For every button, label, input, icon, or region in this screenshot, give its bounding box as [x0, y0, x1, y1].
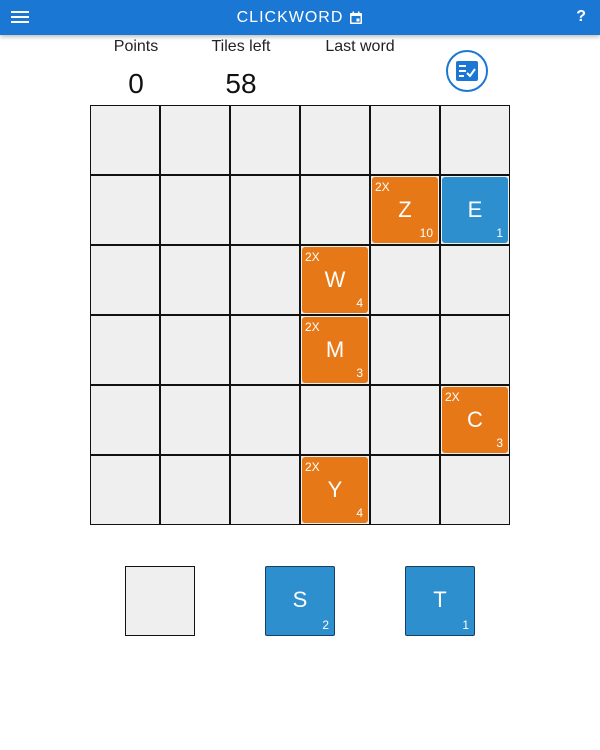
tiles-left-stat: Tiles left 58 [196, 38, 286, 100]
tiles-left-value: 58 [225, 68, 257, 99]
tile-points: 3 [356, 366, 363, 380]
letter-tile[interactable]: 2X Z 10 [372, 177, 438, 243]
tile-multiplier: 2X [375, 180, 390, 194]
tile-letter: M [325, 337, 345, 362]
letter-tile[interactable]: 2X W 4 [302, 247, 368, 313]
tile-points: 3 [496, 436, 503, 450]
rack-slot[interactable]: S2 [265, 566, 335, 636]
board-cell[interactable]: 2X C 3 [440, 385, 510, 455]
board-cell[interactable] [230, 385, 300, 455]
game-board: 2X Z 10 E 1 2X W 4 2X M 3 2X C 3 2X Y 4 [90, 105, 510, 525]
board-cell[interactable] [370, 105, 440, 175]
board-cell[interactable] [160, 245, 230, 315]
tile-multiplier: 2X [305, 250, 320, 264]
board-cell[interactable] [300, 385, 370, 455]
board-cell[interactable] [370, 245, 440, 315]
board-cell[interactable] [230, 245, 300, 315]
letter-tile[interactable]: T1 [405, 566, 475, 636]
board-cell[interactable] [90, 315, 160, 385]
tile-points: 1 [496, 226, 503, 240]
tile-letter: Z [398, 197, 412, 222]
board-cell[interactable] [90, 455, 160, 525]
help-button[interactable]: ? [576, 8, 586, 26]
board-cell[interactable] [370, 455, 440, 525]
board-cell[interactable] [300, 175, 370, 245]
tile-multiplier: 2X [305, 460, 320, 474]
board-cell[interactable]: 2X M 3 [300, 315, 370, 385]
board-cell[interactable] [370, 385, 440, 455]
rack-slot[interactable]: T1 [405, 566, 475, 636]
board-cell[interactable] [230, 105, 300, 175]
board-cell[interactable] [300, 105, 370, 175]
tile-letter: C [467, 407, 483, 432]
tile-letter: E [467, 197, 483, 222]
board-cell[interactable] [230, 175, 300, 245]
letter-tile[interactable]: 2X Y 4 [302, 457, 368, 523]
letter-tile[interactable]: 2X C 3 [442, 387, 508, 453]
calendar-icon[interactable] [349, 11, 363, 25]
letter-tile[interactable]: S2 [265, 566, 335, 636]
tiles-left-label: Tiles left [211, 38, 271, 55]
tile-points: 2 [322, 618, 329, 632]
board-cell[interactable] [440, 315, 510, 385]
board-cell[interactable] [230, 315, 300, 385]
word-check-list-icon [456, 61, 478, 81]
points-value: 0 [128, 68, 144, 99]
board-cell[interactable]: E1 [440, 175, 510, 245]
board-cell[interactable] [370, 315, 440, 385]
board-cell[interactable] [160, 385, 230, 455]
letter-tile[interactable]: 2X M 3 [302, 317, 368, 383]
tile-letter: Y [327, 477, 343, 502]
board-cell[interactable]: 2X Y 4 [300, 455, 370, 525]
tile-letter: T [433, 587, 447, 612]
board-cell[interactable] [160, 175, 230, 245]
last-word-stat: Last word [310, 38, 410, 68]
board-cell[interactable] [440, 455, 510, 525]
board-cell[interactable] [440, 245, 510, 315]
letter-tile[interactable]: E1 [442, 177, 508, 243]
board-cell[interactable] [440, 105, 510, 175]
tile-points: 10 [419, 226, 433, 240]
tile-points: 1 [462, 618, 469, 632]
title-container: CLICKWORD [0, 0, 600, 35]
points-stat: Points 0 [96, 38, 176, 100]
board-cell[interactable] [160, 455, 230, 525]
rack-slot[interactable] [125, 566, 195, 636]
points-label: Points [113, 38, 159, 55]
tile-letter: W [324, 267, 346, 292]
board-cell[interactable] [230, 455, 300, 525]
tile-points: 4 [356, 506, 363, 520]
board-cell[interactable] [90, 175, 160, 245]
tile-letter: S [292, 587, 308, 612]
board-cell[interactable] [160, 105, 230, 175]
board-cell[interactable] [90, 105, 160, 175]
tile-multiplier: 2X [305, 320, 320, 334]
board-cell[interactable] [90, 385, 160, 455]
board-cell[interactable] [160, 315, 230, 385]
board-cell[interactable]: 2X W 4 [300, 245, 370, 315]
tile-multiplier: 2X [445, 390, 460, 404]
board-cell[interactable]: 2X Z 10 [370, 175, 440, 245]
last-word-label: Last word [325, 38, 395, 55]
top-app-bar: CLICKWORD ? [0, 0, 600, 35]
tile-points: 4 [356, 296, 363, 310]
board-cell[interactable] [90, 245, 160, 315]
app-title: CLICKWORD [236, 8, 344, 26]
check-words-button[interactable] [446, 50, 488, 92]
